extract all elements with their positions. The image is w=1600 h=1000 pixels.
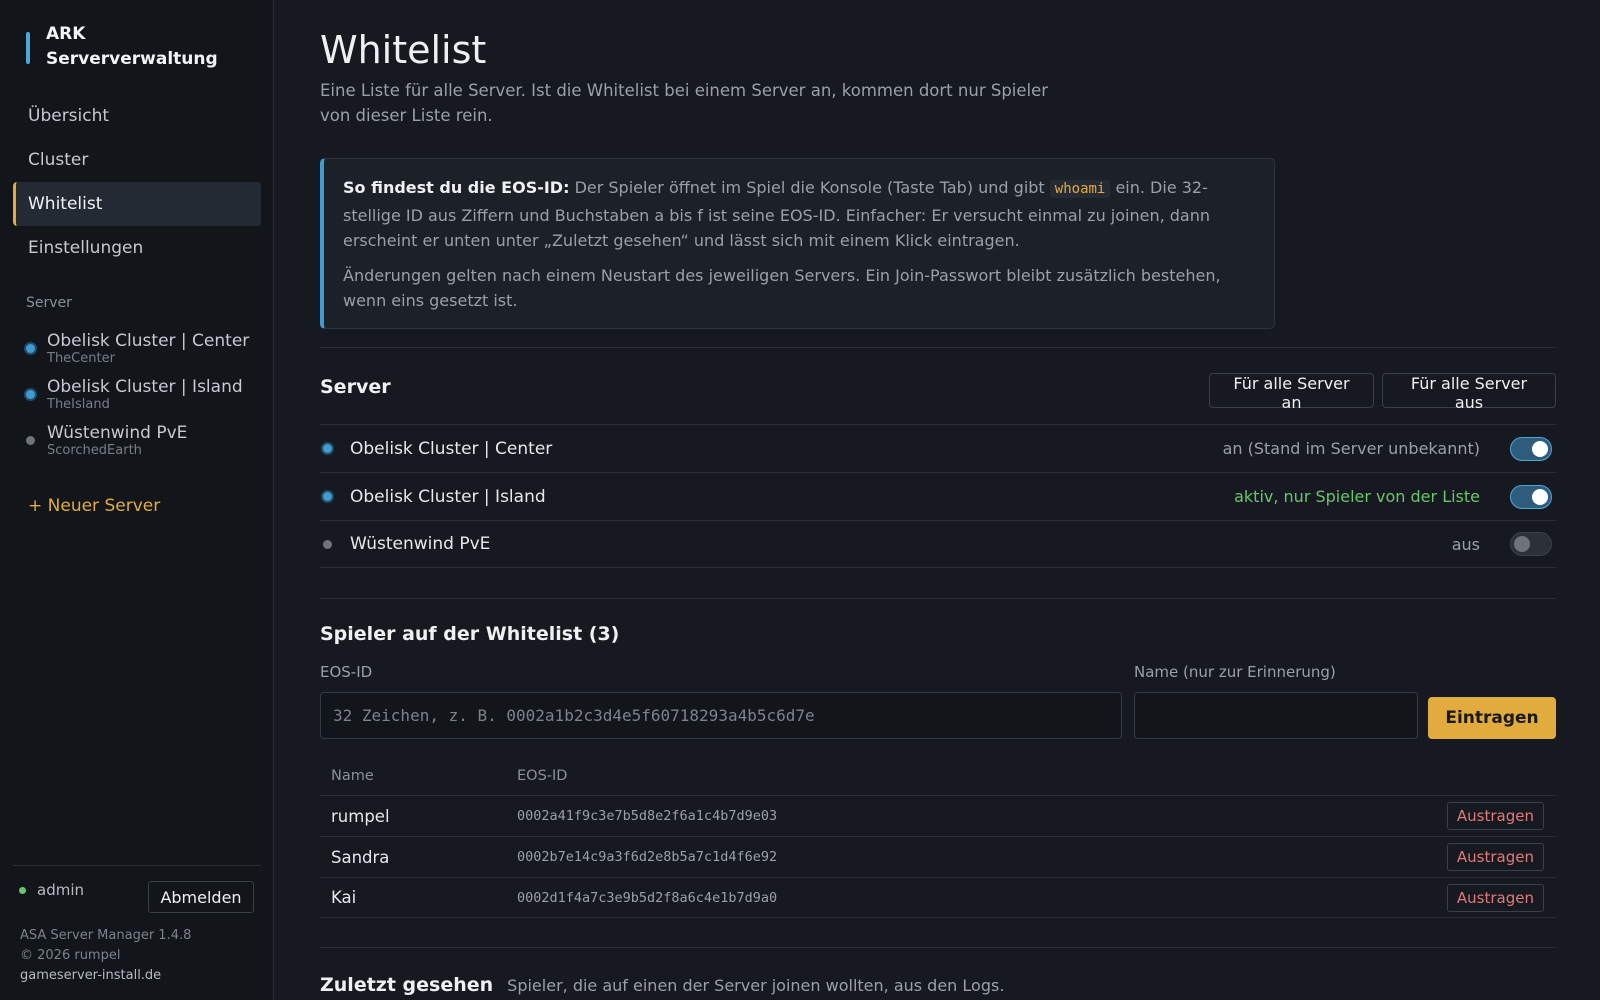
sidebar-server-item[interactable]: Obelisk Cluster | Island TheIsland — [26, 376, 266, 412]
server-section-heading: Server — [26, 295, 72, 311]
player-eos-id: 0002d1f4a7c3e9b5d2f8a6c4e1b7d9a0 — [517, 889, 778, 906]
nav-item-settings[interactable]: Einstellungen — [13, 226, 261, 270]
divider — [320, 347, 1556, 348]
info-bold: So findest du die EOS-ID: — [343, 178, 570, 197]
all-servers-on-button[interactable]: Für alle Server an — [1209, 373, 1374, 412]
whitelist-toggle[interactable] — [1510, 484, 1552, 509]
sidebar: ARK Serververwaltung Übersicht Cluster W… — [0, 0, 274, 1000]
brand-title: ARK Serververwaltung — [46, 22, 218, 72]
whitelist-state: an (Stand im Server unbekannt) — [1222, 439, 1480, 458]
brand-line-1: ARK — [46, 24, 86, 44]
column-header-eos-id: EOS-ID — [517, 768, 568, 784]
eos-info-box: So findest du die EOS-ID: Der Spieler öf… — [320, 158, 1275, 329]
whoami-code: whoami — [1049, 180, 1111, 198]
sidebar-server-name: Obelisk Cluster | Center — [47, 331, 250, 351]
toggle-knob — [1532, 440, 1548, 457]
server-name: Obelisk Cluster | Island — [350, 486, 546, 507]
all-servers-off-button[interactable]: Für alle Server aus — [1382, 373, 1556, 412]
status-dot-icon — [323, 539, 332, 549]
sidebar-server-list: Obelisk Cluster | Center TheCenter Obeli… — [26, 330, 266, 468]
whitelist-section-title: Spieler auf der Whitelist (3) — [320, 623, 620, 645]
server-row: Obelisk Cluster | Center an (Stand im Se… — [320, 424, 1556, 472]
status-dot-icon — [323, 492, 332, 501]
nav-item-whitelist[interactable]: Whitelist — [13, 182, 261, 226]
page-title: Whitelist — [320, 28, 487, 72]
nav-item-cluster[interactable]: Cluster — [13, 138, 261, 182]
toggle-knob — [1514, 536, 1530, 552]
whitelist-toggle[interactable] — [1510, 436, 1552, 461]
recently-seen-description: Spieler, die auf einen der Server joinen… — [507, 976, 1005, 995]
eos-id-input[interactable] — [320, 692, 1122, 739]
divider — [320, 598, 1556, 599]
website-link[interactable]: gameserver-install.de — [20, 966, 191, 986]
sidebar-server-map: ScorchedEarth — [47, 443, 142, 458]
sidebar-server-item[interactable]: Obelisk Cluster | Center TheCenter — [26, 330, 266, 366]
sidebar-footer: admin Abmelden — [13, 865, 261, 913]
info-paragraph-2: Änderungen gelten nach einem Neustart de… — [343, 265, 1221, 311]
player-eos-id: 0002a41f9c3e7b5d8e2f6a1c4b7d9e03 — [517, 808, 778, 824]
main-nav: Übersicht Cluster Whitelist Einstellunge… — [13, 94, 261, 270]
nav-item-overview[interactable]: Übersicht — [13, 94, 261, 138]
whitelist-state: aktiv, nur Spieler von der Liste — [1234, 487, 1480, 506]
table-row: Sandra 0002b7e14c9a3f6d2e8b5a7c1d4f6e92 … — [320, 836, 1556, 877]
brand-logo-bar — [26, 32, 30, 64]
column-header-name: Name — [331, 768, 374, 784]
sidebar-server-name: Wüstenwind PvE — [47, 423, 188, 443]
remove-player-button[interactable]: Austragen — [1446, 802, 1544, 830]
logout-button[interactable]: Abmelden — [148, 881, 254, 913]
recently-seen-title: Zuletzt gesehen — [320, 974, 494, 996]
divider — [320, 947, 1556, 948]
brand[interactable]: ARK Serververwaltung — [26, 22, 218, 72]
sidebar-server-map: TheIsland — [47, 397, 110, 412]
remove-player-button[interactable]: Austragen — [1446, 843, 1544, 871]
eos-id-label: EOS-ID — [320, 663, 373, 681]
status-dot-icon — [26, 390, 35, 399]
status-dot-icon — [26, 344, 35, 353]
page-subtitle: Eine Liste für alle Server. Ist die Whit… — [320, 81, 1049, 125]
info-text-1: Der Spieler öffnet im Spiel die Konsole … — [569, 178, 1050, 197]
server-name: Obelisk Cluster | Center — [350, 438, 553, 459]
copyright-text: © 2026 rumpel — [20, 948, 121, 963]
sidebar-server-map: TheCenter — [47, 351, 115, 366]
player-name: Sandra — [331, 847, 390, 867]
sidebar-server-name: Obelisk Cluster | Island — [47, 377, 243, 397]
username: admin — [37, 881, 84, 899]
online-dot-icon — [19, 886, 26, 894]
whitelist-toggle[interactable] — [1510, 532, 1552, 556]
new-server-link[interactable]: + Neuer Server — [28, 496, 160, 516]
player-name: Kai — [331, 888, 357, 907]
status-dot-icon — [323, 444, 332, 453]
brand-line-2: Serververwaltung — [46, 49, 218, 69]
whitelist-table: Name EOS-ID rumpel 0002a41f9c3e7b5d8e2f6… — [320, 757, 1556, 918]
player-name-input[interactable] — [1134, 692, 1418, 739]
table-row: Kai 0002d1f4a7c3e9b5d2f8a6c4e1b7d9a0 Aus… — [320, 877, 1556, 918]
table-header: Name EOS-ID — [320, 757, 1556, 795]
servers-section-title: Server — [320, 376, 391, 398]
recently-seen-header: Zuletzt gesehen Spieler, die auf einen d… — [320, 974, 1004, 996]
player-eos-id: 0002b7e14c9a3f6d2e8b5a7c1d4f6e92 — [517, 849, 778, 865]
add-player-button[interactable]: Eintragen — [1428, 697, 1556, 739]
player-name: rumpel — [331, 806, 390, 826]
user-info: admin — [19, 881, 84, 899]
server-row: Obelisk Cluster | Island aktiv, nur Spie… — [320, 472, 1556, 520]
server-name: Wüstenwind PvE — [350, 534, 491, 554]
status-dot-icon — [26, 436, 35, 445]
player-name-label: Name (nur zur Erinnerung) — [1134, 663, 1336, 681]
server-row: Wüstenwind PvE aus — [320, 520, 1556, 568]
info-paragraph-1: So findest du die EOS-ID: Der Spieler öf… — [343, 175, 1254, 254]
sidebar-server-item[interactable]: Wüstenwind PvE ScorchedEarth — [26, 422, 266, 458]
version-info: ASA Server Manager 1.4.8 © 2026 rumpel g… — [20, 926, 191, 986]
table-row: rumpel 0002a41f9c3e7b5d8e2f6a1c4b7d9e03 … — [320, 795, 1556, 836]
remove-player-button[interactable]: Austragen — [1446, 883, 1544, 912]
whitelist-state: aus — [1451, 534, 1480, 554]
version-text: ASA Server Manager 1.4.8 — [20, 928, 192, 943]
server-whitelist-table: Obelisk Cluster | Center an (Stand im Se… — [320, 424, 1556, 568]
toggle-knob — [1532, 488, 1548, 505]
